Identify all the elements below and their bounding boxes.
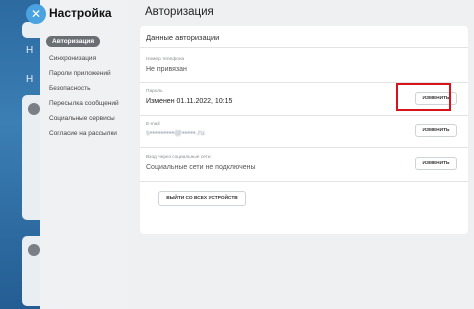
nav-item-social-services[interactable]: Социальные сервисы: [46, 111, 126, 126]
divider: [140, 147, 468, 148]
phone-value: Не привязан: [146, 66, 187, 73]
nav-item-sync[interactable]: Синхронизация: [46, 51, 126, 66]
background-avatar: [28, 103, 40, 115]
password-label: Пароль: [146, 89, 163, 94]
social-value: Социальные сети не подключены: [146, 164, 256, 171]
background-letter: Н: [26, 45, 34, 56]
close-icon[interactable]: ✕: [26, 4, 46, 24]
divider: [140, 47, 468, 48]
background-avatar: [28, 244, 40, 256]
background-letter: Н: [26, 74, 34, 85]
social-label: Вход через социальные сети: [146, 155, 211, 160]
card-header: Данные авторизации: [146, 33, 220, 42]
background-card: [22, 95, 40, 220]
settings-sidebar: Настройка Авторизация Синхронизация Паро…: [40, 0, 128, 309]
nav-item-authorization[interactable]: Авторизация: [46, 36, 101, 47]
sidebar-title: Настройка: [49, 6, 112, 20]
page-title: Авторизация: [145, 6, 214, 18]
email-label: E-mail: [146, 122, 160, 127]
background-card: [22, 22, 40, 38]
nav-item-mailing-consent[interactable]: Согласие на рассылки: [46, 126, 126, 141]
email-value: s•••••••••@•••••.ru: [146, 130, 205, 137]
password-value: Изменен 01.11.2022, 10:15: [146, 98, 233, 105]
nav-item-forwarding[interactable]: Пересылка сообщений: [46, 96, 126, 111]
change-email-button[interactable]: ИЗМЕНИТЬ: [415, 124, 457, 137]
background-card: [22, 236, 40, 306]
auth-card: Данные авторизации Номер телефона Не при…: [140, 26, 468, 234]
divider: [140, 181, 468, 182]
nav-item-security[interactable]: Безопасность: [46, 81, 126, 96]
logout-all-devices-button[interactable]: ВЫЙТИ СО ВСЕХ УСТРОЙСТВ: [158, 191, 246, 206]
phone-label: Номер телефона: [146, 57, 185, 62]
nav-item-app-passwords[interactable]: Пароли приложений: [46, 66, 126, 81]
change-social-button[interactable]: ИЗМЕНИТЬ: [415, 157, 457, 170]
background-app: Н Н: [0, 0, 40, 309]
divider: [140, 115, 468, 116]
highlight-box: [396, 83, 451, 111]
main-panel: Авторизация Данные авторизации Номер тел…: [128, 0, 474, 309]
settings-nav: Авторизация Синхронизация Пароли приложе…: [46, 30, 126, 141]
